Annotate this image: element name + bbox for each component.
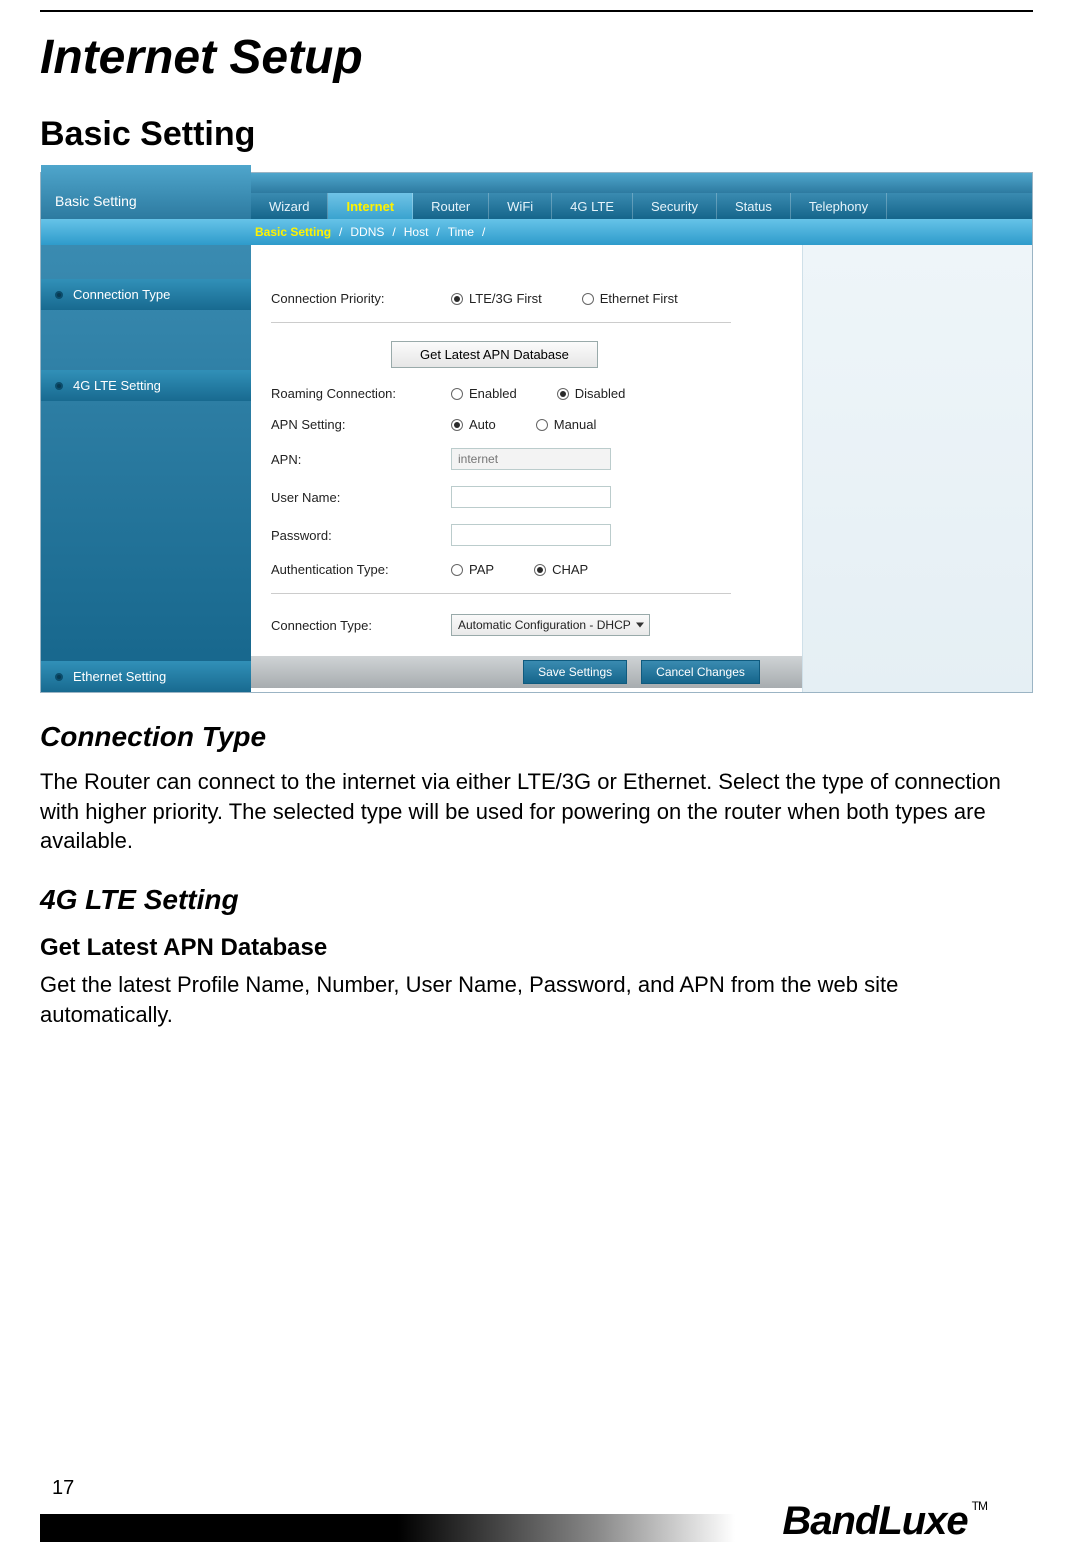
tab-internet[interactable]: Internet — [328, 193, 413, 219]
auth-pap[interactable]: PAP — [451, 562, 494, 577]
section-heading: Basic Setting — [40, 115, 1033, 154]
tab-router[interactable]: Router — [413, 193, 489, 219]
sidebar-item-4g-lte-setting[interactable]: 4G LTE Setting — [41, 370, 251, 401]
bullet-icon — [55, 382, 63, 390]
apn-setting-label: APN Setting: — [271, 417, 451, 432]
tab-wizard[interactable]: Wizard — [251, 193, 328, 219]
roaming-enabled[interactable]: Enabled — [451, 386, 517, 401]
tab-4glte[interactable]: 4G LTE — [552, 193, 633, 219]
roaming-label: Roaming Connection: — [271, 386, 451, 401]
get-latest-apn-button[interactable]: Get Latest APN Database — [391, 341, 598, 368]
radio-icon — [534, 564, 546, 576]
apn-input[interactable] — [451, 448, 611, 470]
connection-priority-label: Connection Priority: — [271, 291, 451, 306]
divider — [271, 593, 731, 594]
apn-setting-manual[interactable]: Manual — [536, 417, 597, 432]
bullet-icon — [55, 291, 63, 299]
tab-security[interactable]: Security — [633, 193, 717, 219]
right-strip — [802, 245, 1032, 692]
tab-status[interactable]: Status — [717, 193, 791, 219]
top-tabs: Wizard Internet Router WiFi 4G LTE Secur… — [251, 193, 1032, 219]
sub-nav: Basic Setting/ DDNS/ Host/ Time/ — [41, 219, 1032, 245]
apn-db-heading: Get Latest APN Database — [40, 934, 1033, 962]
connection-type-select[interactable]: Automatic Configuration - DHCP — [451, 614, 650, 636]
router-admin-screenshot: Basic Setting Wizard Internet Router WiF… — [40, 172, 1033, 693]
radio-icon — [451, 419, 463, 431]
connection-type-body: The Router can connect to the internet v… — [40, 767, 1033, 856]
subnav-ddns[interactable]: DDNS — [346, 225, 388, 239]
sidebar: Connection Type 4G LTE Setting Ethernet … — [41, 245, 251, 692]
apn-setting-auto[interactable]: Auto — [451, 417, 496, 432]
radio-icon — [451, 293, 463, 305]
brand-logo: BandLuxeTM — [776, 1499, 993, 1544]
conn-priority-lte3g[interactable]: LTE/3G First — [451, 291, 542, 306]
username-label: User Name: — [271, 490, 451, 505]
username-input[interactable] — [451, 486, 611, 508]
divider — [271, 322, 731, 323]
save-settings-button[interactable]: Save Settings — [523, 660, 627, 684]
conn-priority-ethernet[interactable]: Ethernet First — [582, 291, 678, 306]
sidebar-item-ethernet-setting[interactable]: Ethernet Setting — [41, 661, 251, 692]
radio-icon — [451, 564, 463, 576]
subnav-host[interactable]: Host — [400, 225, 433, 239]
radio-icon — [536, 419, 548, 431]
connection-type-heading: Connection Type — [40, 721, 1033, 753]
apn-db-body: Get the latest Profile Name, Number, Use… — [40, 970, 1033, 1029]
sidebar-title: Basic Setting — [41, 165, 251, 219]
password-label: Password: — [271, 528, 451, 543]
radio-icon — [582, 293, 594, 305]
subnav-time[interactable]: Time — [444, 225, 478, 239]
page-title: Internet Setup — [40, 30, 1033, 85]
auth-type-label: Authentication Type: — [271, 562, 451, 577]
main-panel: Connection Priority: LTE/3G First Ethern… — [251, 245, 1032, 692]
tab-wifi[interactable]: WiFi — [489, 193, 552, 219]
apn-label: APN: — [271, 452, 451, 467]
bullet-icon — [55, 673, 63, 681]
password-input[interactable] — [451, 524, 611, 546]
cancel-changes-button[interactable]: Cancel Changes — [641, 660, 760, 684]
tab-telephony[interactable]: Telephony — [791, 193, 887, 219]
roaming-disabled[interactable]: Disabled — [557, 386, 626, 401]
sidebar-item-connection-type[interactable]: Connection Type — [41, 279, 251, 310]
page-number: 17 — [52, 1477, 74, 1500]
radio-icon — [557, 388, 569, 400]
lte-setting-heading: 4G LTE Setting — [40, 884, 1033, 916]
radio-icon — [451, 388, 463, 400]
subnav-basic-setting[interactable]: Basic Setting — [251, 225, 335, 239]
connection-type-label: Connection Type: — [271, 618, 451, 633]
header-spacer — [251, 173, 1032, 193]
auth-chap[interactable]: CHAP — [534, 562, 588, 577]
top-rule — [40, 10, 1033, 12]
